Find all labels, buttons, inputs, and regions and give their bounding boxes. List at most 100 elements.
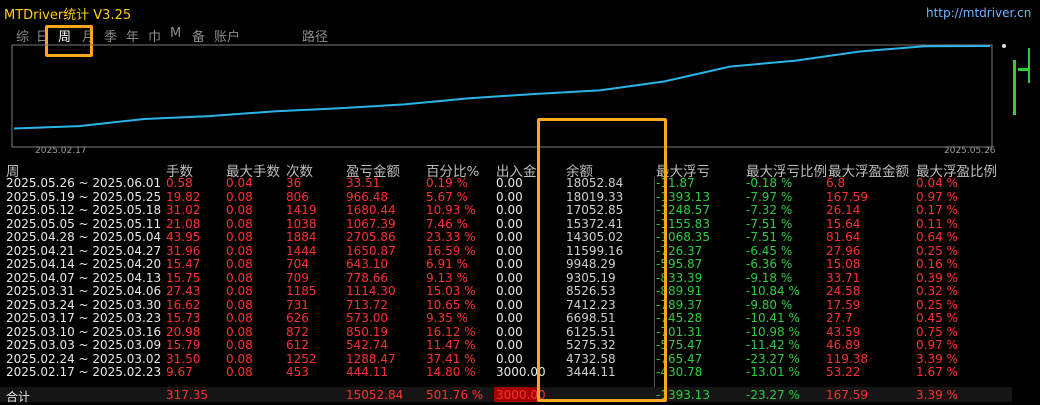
io-cell: 0.00 [496, 243, 523, 258]
max-dd-pct-cell: -7.32 % [746, 203, 793, 217]
max-dd-pct-cell: -10.98 % [746, 324, 800, 339]
max-lots-cell: 0.08 [226, 203, 253, 217]
max-lots-cell: 0.08 [226, 338, 253, 352]
pct-cell: 16.59 % [426, 243, 476, 258]
pct-cell: 37.41 % [426, 351, 476, 366]
max-fp-pct-cell: 0.39 % [916, 270, 958, 285]
max-fp-cell: 53.22 [826, 365, 861, 379]
count-cell: 1038 [286, 216, 317, 231]
lots-cell: 31.02 [166, 203, 201, 217]
max-fp-pct-cell: 0.64 % [916, 230, 958, 244]
count-cell: 704 [286, 257, 309, 271]
count-cell: 453 [286, 365, 309, 379]
pnl-cell: 713.72 [346, 297, 388, 312]
pct-cell: 15.03 % [426, 284, 476, 298]
balance-column-highlight [537, 118, 667, 402]
pnl-cell: 1067.39 [346, 216, 396, 231]
totals-max-fp: 167.59 [826, 388, 868, 402]
io-cell: 0.00 [496, 216, 523, 231]
max-fp-pct-cell: 0.16 % [916, 257, 958, 271]
max-fp-pct-cell: 3.39 % [916, 351, 958, 366]
week-cell: 2025.03.03 ~ 2025.03.09 [6, 338, 162, 352]
pct-cell: 9.13 % [426, 270, 468, 285]
pnl-cell: 966.48 [346, 189, 388, 204]
count-cell: 36 [286, 176, 302, 190]
max-fp-pct-cell: 0.32 % [916, 284, 958, 298]
max-lots-cell: 0.04 [226, 176, 253, 190]
max-lots-cell: 0.08 [226, 311, 253, 325]
max-dd-pct-cell: -10.84 % [746, 284, 800, 298]
pnl-cell: 1650.87 [346, 243, 396, 258]
max-dd-pct-cell: -7.51 % [746, 230, 793, 244]
max-dd-pct-cell: -9.18 % [746, 270, 793, 285]
io-cell: 0.00 [496, 311, 523, 325]
totals-max-fp-pct: 3.39 % [916, 388, 958, 402]
week-cell: 2025.03.10 ~ 2025.03.16 [6, 324, 162, 339]
max-fp-pct-cell: 0.04 % [916, 176, 958, 190]
pct-cell: 0.19 % [426, 176, 468, 190]
week-cell: 2025.04.28 ~ 2025.05.04 [6, 230, 162, 244]
week-cell: 2025.05.05 ~ 2025.05.11 [6, 216, 162, 231]
max-dd-pct-cell: -6.45 % [746, 243, 793, 258]
totals-lots: 317.35 [166, 388, 208, 402]
lots-cell: 21.08 [166, 216, 201, 231]
pnl-cell: 778.66 [346, 270, 388, 285]
lots-cell: 20.98 [166, 324, 201, 339]
io-cell: 0.00 [496, 338, 523, 352]
max-dd-pct-cell: -7.51 % [746, 216, 793, 231]
pnl-cell: 1114.30 [346, 284, 396, 298]
count-cell: 1185 [286, 284, 317, 298]
io-cell: 0.00 [496, 284, 523, 298]
max-lots-cell: 0.08 [226, 297, 253, 312]
pct-cell: 11.47 % [426, 338, 476, 352]
max-fp-cell: 43.59 [826, 324, 861, 339]
max-dd-pct-cell: -23.27 % [746, 351, 800, 366]
lots-cell: 31.50 [166, 351, 201, 366]
week-cell: 2025.04.07 ~ 2025.04.13 [6, 270, 162, 285]
count-cell: 1252 [286, 351, 317, 366]
pnl-cell: 643.10 [346, 257, 388, 271]
pnl-cell: 850.19 [346, 324, 388, 339]
max-lots-cell: 0.08 [226, 230, 253, 244]
io-cell: 0.00 [496, 270, 523, 285]
lots-cell: 9.67 [166, 365, 193, 379]
max-fp-cell: 27.7 [826, 311, 853, 325]
totals-pnl: 15052.84 [346, 388, 404, 402]
max-fp-pct-cell: 1.67 % [916, 365, 958, 379]
count-cell: 806 [286, 189, 309, 204]
max-lots-cell: 0.08 [226, 257, 253, 271]
io-cell: 0.00 [496, 230, 523, 244]
max-lots-cell: 0.08 [226, 324, 253, 339]
max-fp-cell: 119.38 [826, 351, 868, 366]
pnl-cell: 542.74 [346, 338, 388, 352]
lots-cell: 27.43 [166, 284, 201, 298]
max-fp-cell: 17.59 [826, 297, 861, 312]
max-dd-pct-cell: -7.97 % [746, 189, 793, 204]
max-fp-pct-cell: 0.97 % [916, 338, 958, 352]
pnl-cell: 2705.86 [346, 230, 396, 244]
max-lots-cell: 0.08 [226, 284, 253, 298]
pct-cell: 23.33 % [426, 230, 476, 244]
max-fp-cell: 46.89 [826, 338, 861, 352]
io-cell: 0.00 [496, 203, 523, 217]
max-lots-cell: 0.08 [226, 189, 253, 204]
max-lots-cell: 0.08 [226, 216, 253, 231]
max-fp-pct-cell: 0.17 % [916, 203, 958, 217]
pct-cell: 5.67 % [426, 189, 468, 204]
max-dd-pct-cell: -13.01 % [746, 365, 800, 379]
week-cell: 2025.03.24 ~ 2025.03.30 [6, 297, 162, 312]
max-fp-cell: 24.58 [826, 284, 861, 298]
pct-cell: 6.91 % [426, 257, 468, 271]
max-fp-pct-cell: 0.97 % [916, 189, 958, 204]
week-cell: 2025.03.31 ~ 2025.04.06 [6, 284, 162, 298]
week-cell: 2025.02.17 ~ 2025.02.23 [6, 365, 162, 379]
week-cell: 2025.05.19 ~ 2025.05.25 [6, 189, 162, 204]
io-cell: 0.00 [496, 351, 523, 366]
io-cell: 0.00 [496, 257, 523, 271]
pct-cell: 7.46 % [426, 216, 468, 231]
count-cell: 1419 [286, 203, 317, 217]
pnl-cell: 573.00 [346, 311, 388, 325]
lots-cell: 15.79 [166, 338, 201, 352]
lots-cell: 0.58 [166, 176, 193, 190]
lots-cell: 15.73 [166, 311, 201, 325]
